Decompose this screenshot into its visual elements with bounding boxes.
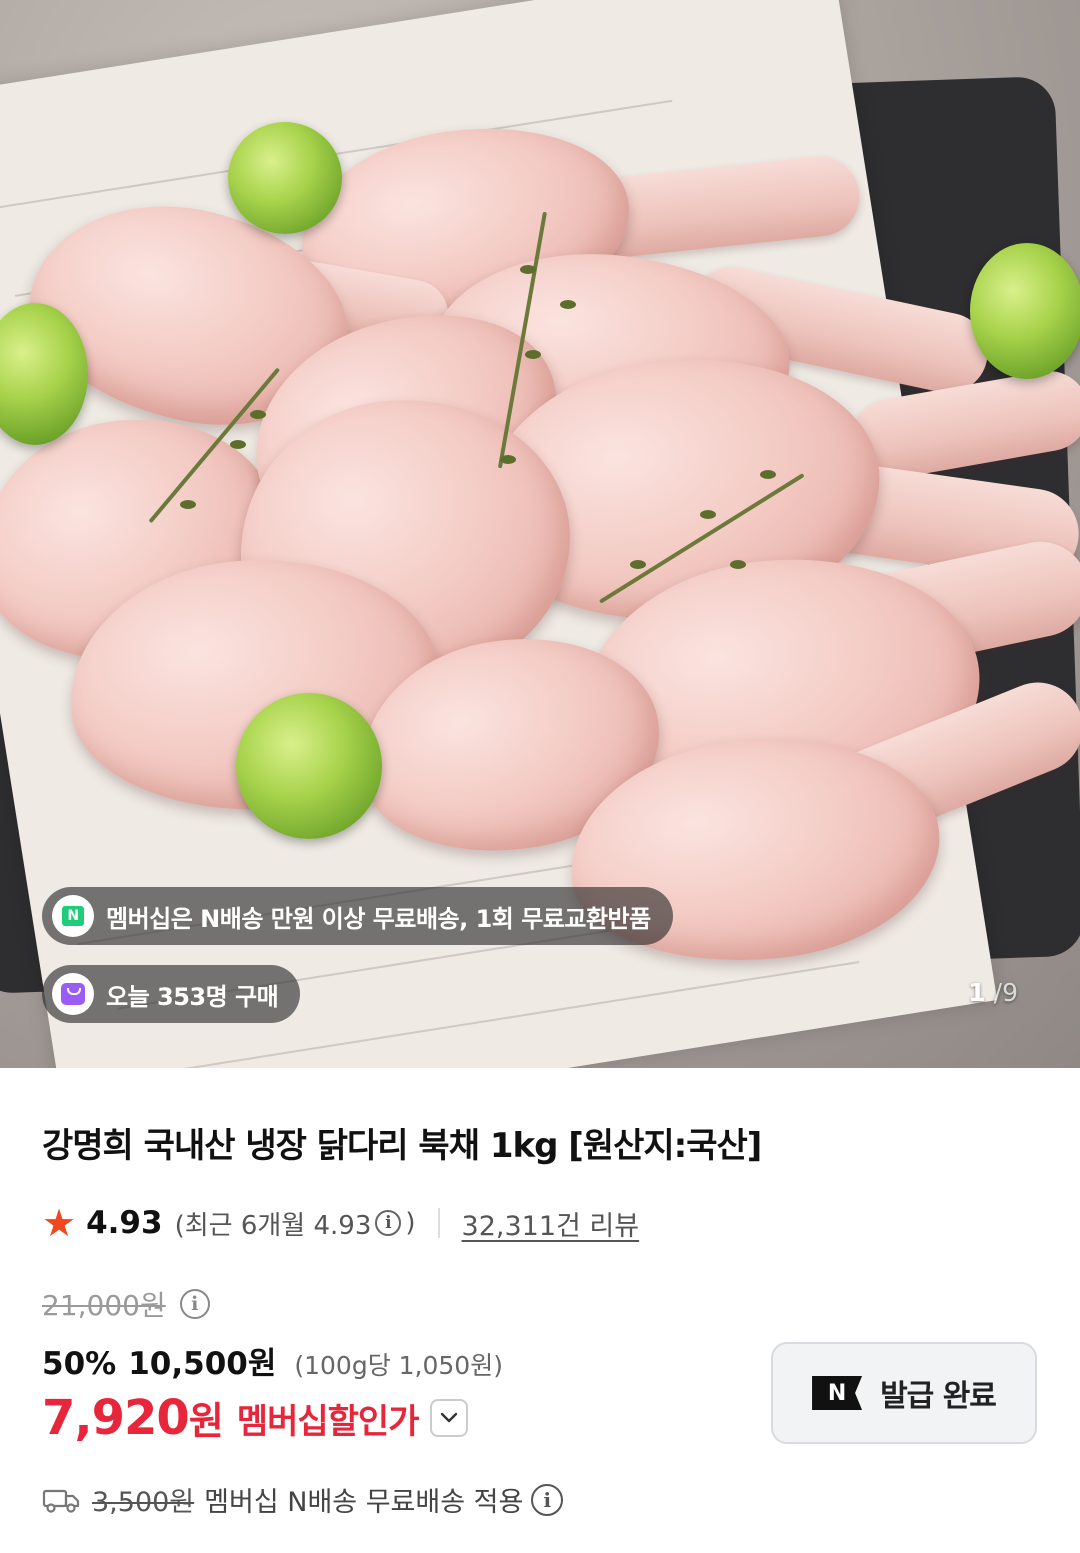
image-counter: 1 /9: [968, 978, 1018, 1007]
recent-rating: (최근 6개월 4.93 i ): [174, 1208, 416, 1241]
rating-row: ★ 4.93 (최근 6개월 4.93 i ) 32,311건 리뷰: [42, 1200, 639, 1246]
membership-shipping-badge: N 멤버십은 N배송 만원 이상 무료배송, 1회 무료교환반품: [42, 887, 673, 945]
today-purchase-text: 오늘 353명 구매: [106, 982, 279, 1011]
sale-price-row: 50% 10,500원 (100g당 1,050원): [42, 1338, 503, 1383]
chevron-down-icon: [441, 1412, 458, 1423]
info-icon[interactable]: i: [375, 1210, 402, 1236]
truck-icon: [42, 1489, 80, 1513]
shipping-label: 멤버십 N배송 무료배송 적용: [204, 1487, 524, 1518]
member-price-row: 7,920원 멤버십할인가: [42, 1390, 469, 1446]
original-price: 21,000원: [42, 1289, 166, 1322]
member-price-label: 멤버십할인가: [236, 1401, 420, 1442]
original-shipping-fee: 3,500원: [92, 1487, 195, 1518]
original-price-row: 21,000원 i: [42, 1284, 214, 1324]
sale-price: 10,500원: [128, 1346, 277, 1382]
review-count-link[interactable]: 32,311건 리뷰: [462, 1204, 640, 1243]
info-icon[interactable]: i: [531, 1483, 564, 1516]
info-icon[interactable]: i: [179, 1289, 210, 1319]
price-detail-toggle[interactable]: [430, 1399, 469, 1437]
coupon-issued-button[interactable]: N 발급 완료: [771, 1342, 1037, 1444]
shipping-row: 3,500원 멤버십 N배송 무료배송 적용 i: [42, 1480, 567, 1519]
naver-n-icon: N: [812, 1376, 863, 1410]
star-icon: ★: [42, 1201, 77, 1245]
membership-shipping-text: 멤버십은 N배송 만원 이상 무료배송, 1회 무료교환반품: [106, 904, 651, 933]
rating-value: 4.93: [86, 1205, 163, 1241]
member-price: 7,920원: [42, 1390, 224, 1446]
naver-delivery-icon: N: [52, 895, 94, 937]
product-title: 강명희 국내산 냉장 닭다리 북채 1kg [원산지:국산]: [42, 1126, 762, 1166]
shopping-bag-icon: [52, 973, 94, 1015]
coupon-label: 발급 완료: [880, 1379, 997, 1414]
divider: [437, 1208, 440, 1238]
product-image-carousel[interactable]: N 멤버십은 N배송 만원 이상 무료배송, 1회 무료교환반품 오늘 353명…: [0, 0, 1080, 1068]
today-purchase-badge: 오늘 353명 구매: [42, 965, 301, 1023]
unit-price: (100g당 1,050원): [294, 1351, 503, 1380]
discount-percent: 50%: [42, 1346, 117, 1382]
